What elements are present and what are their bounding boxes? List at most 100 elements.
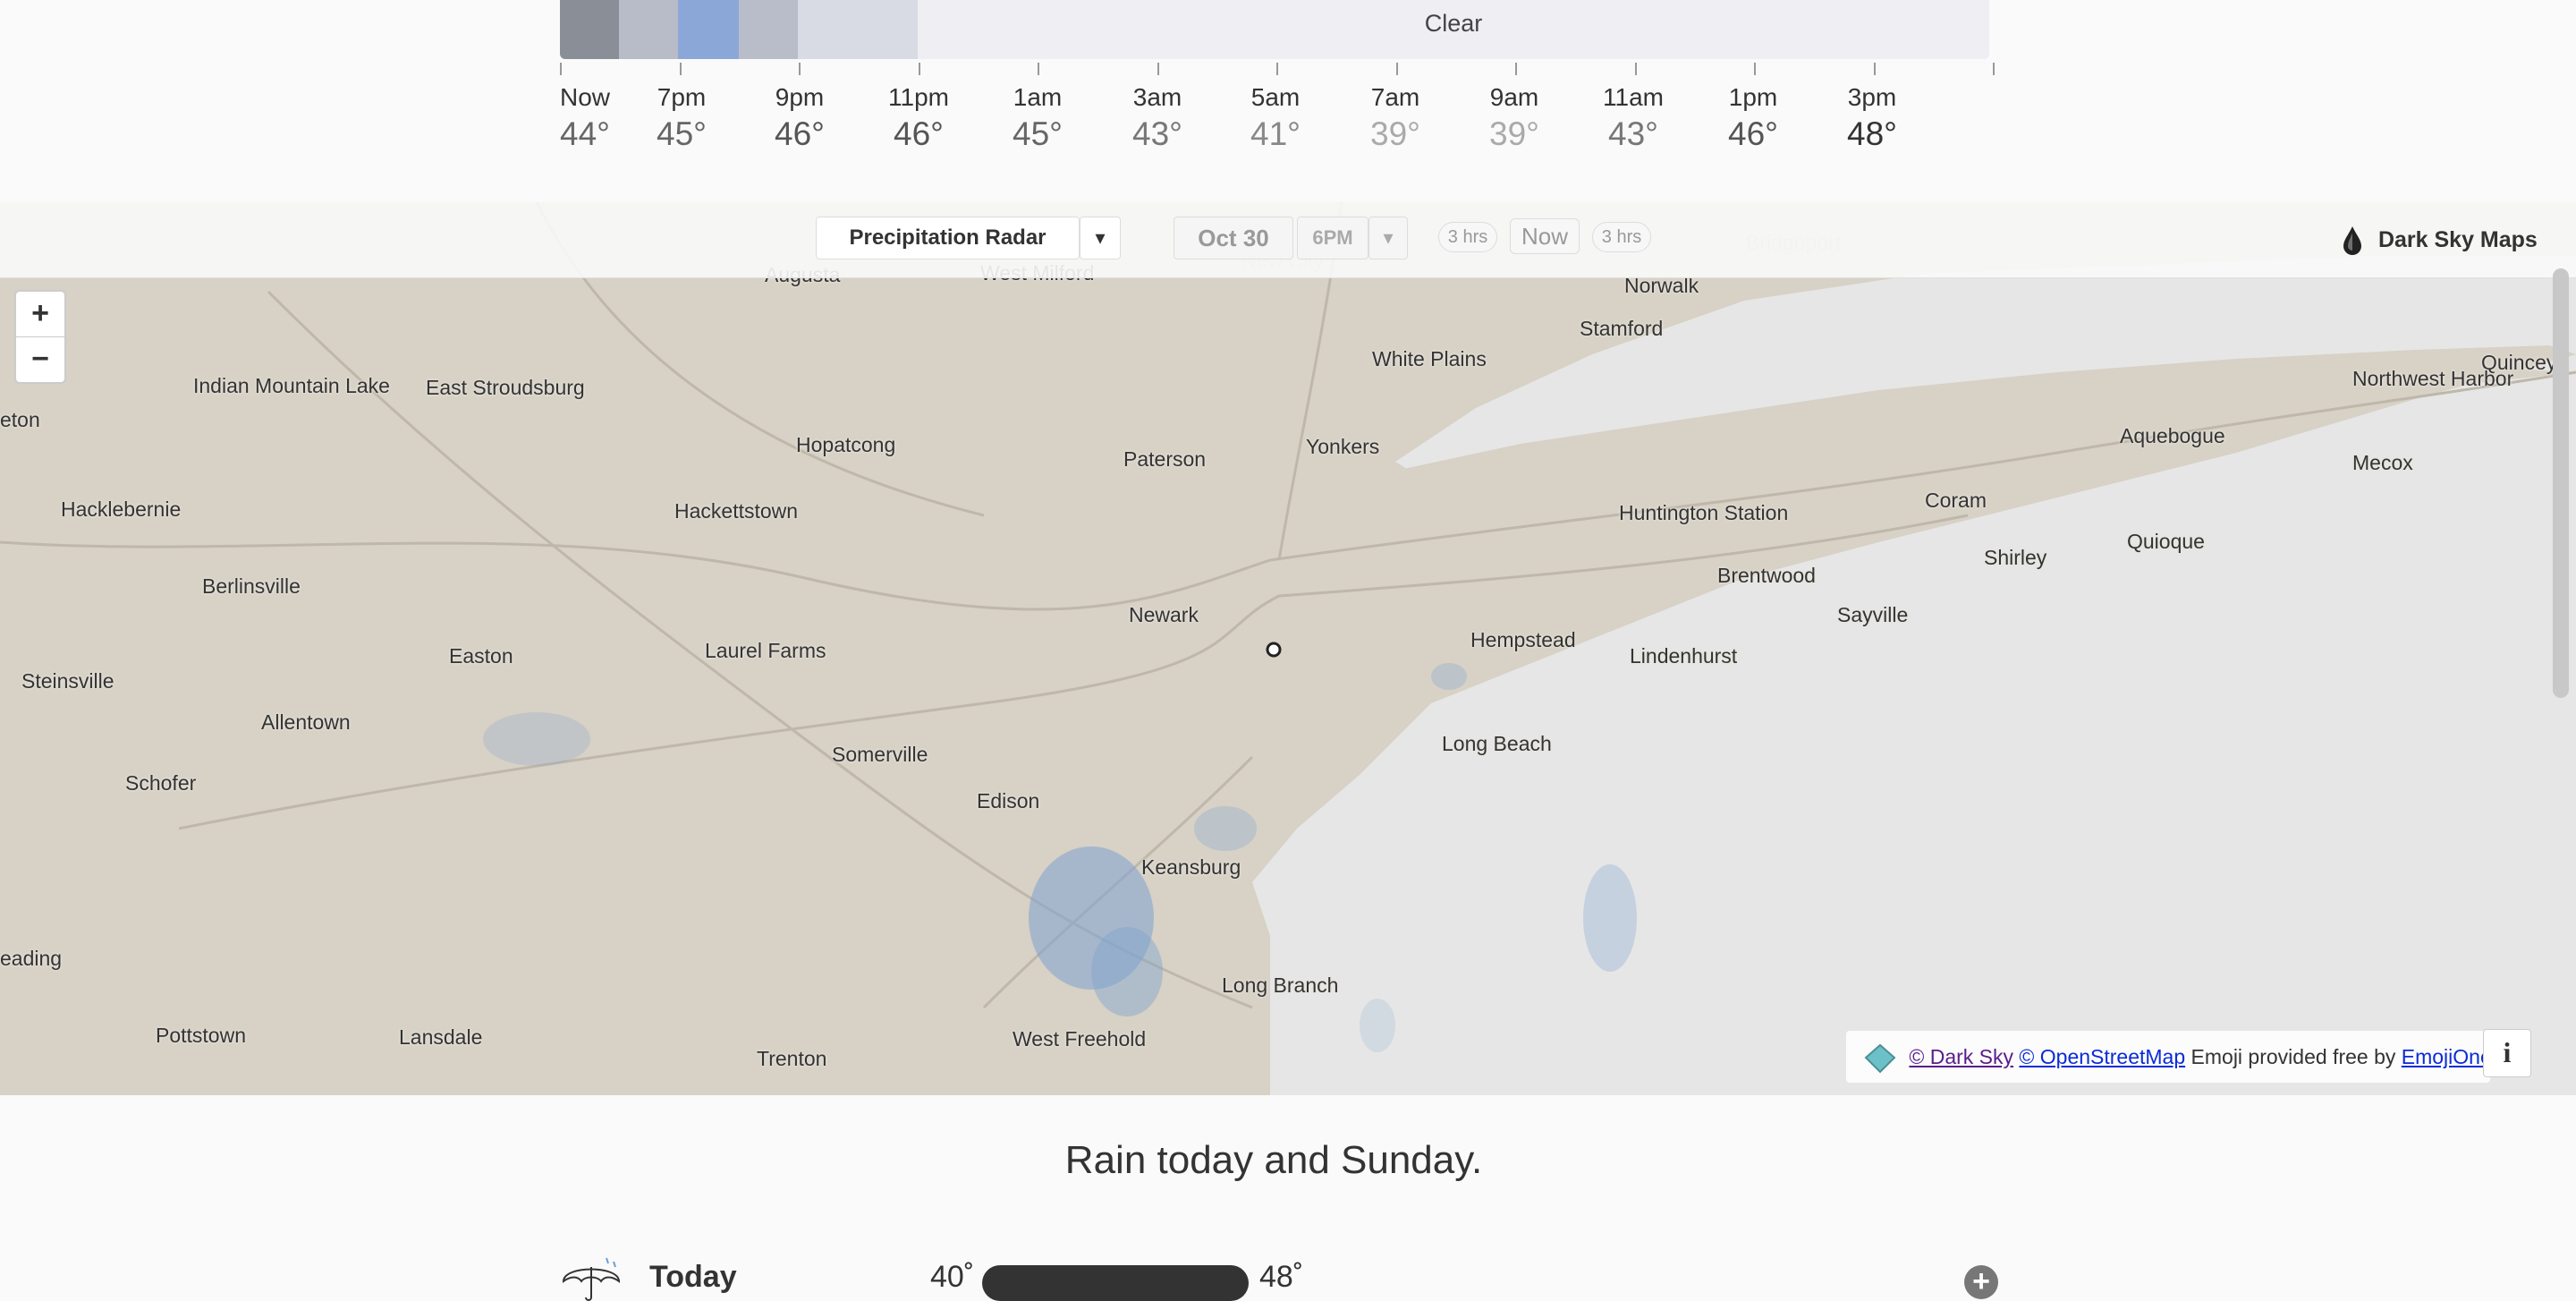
condition-segment (798, 0, 859, 59)
map-attribution: © Dark Sky © OpenStreetMap Emoji provide… (1846, 1031, 2492, 1083)
condition-label: Clear (1424, 10, 1483, 37)
hour-item: 1pm 46° (1690, 81, 1816, 154)
hour-time: 9pm (775, 83, 825, 111)
place-label: Hacklebernie (61, 497, 182, 521)
hour-temp: 39° (1370, 115, 1420, 152)
dark-sky-maps-link[interactable]: Dark Sky Maps (2342, 222, 2538, 258)
hour-item: 7am 39° (1333, 81, 1458, 154)
place-label: West Freehold (1013, 1027, 1147, 1050)
place-label: Indian Mountain Lake (193, 374, 390, 397)
timeline-tick (1873, 63, 1876, 75)
time-select[interactable]: 6PM (1297, 217, 1368, 259)
emojione-link[interactable]: EmojiOne (2402, 1045, 2492, 1068)
layer-dropdown-arrow[interactable]: ▾ (1080, 217, 1121, 259)
condition-segment (739, 0, 798, 59)
layer-select[interactable]: Precipitation Radar (816, 217, 1080, 259)
hour-temp: 45° (1013, 115, 1063, 152)
hour-item: 11am 43° (1571, 81, 1696, 154)
place-label: Long Beach (1442, 732, 1552, 755)
date-select[interactable]: Oct 30 (1174, 217, 1293, 259)
place-label: Lansdale (399, 1025, 483, 1049)
place-label: White Plains (1372, 347, 1487, 370)
condition-bar: Clear (560, 0, 1989, 59)
now-button[interactable]: Now (1510, 218, 1580, 254)
temperature-range-bar (982, 1265, 1249, 1301)
timeline-tick (918, 63, 920, 75)
place-label: Steinsville (21, 669, 114, 693)
location-marker (1266, 642, 1282, 658)
hour-temp: 46° (894, 115, 944, 152)
place-label: Shirley (1984, 546, 2047, 569)
map-info-button[interactable]: i (2483, 1029, 2531, 1077)
hour-temp: 39° (1489, 115, 1539, 152)
hour-item: 11pm 46° (856, 81, 981, 154)
timeline-tick (1515, 63, 1517, 75)
forecast-summary: Rain today and Sunday. (1064, 1138, 1483, 1182)
timeline-tick (1634, 63, 1637, 75)
place-label: Lindenhurst (1630, 644, 1738, 668)
day-name: Today (649, 1260, 737, 1294)
map-background (0, 202, 2576, 1095)
precipitation-map[interactable]: AugustaWest MilfordNew CityBridgeportNor… (0, 202, 2576, 1095)
dark-sky-logo-icon (1864, 1043, 1896, 1074)
place-label: Trenton (757, 1047, 827, 1070)
step-forward-button[interactable]: 3 hrs (1592, 222, 1651, 252)
place-label: Hackettstown (674, 499, 799, 523)
zoom-control: + − (14, 290, 66, 384)
scrollbar-thumb[interactable] (2553, 268, 2569, 698)
map-toolbar: Precipitation Radar ▾ Oct 30 6PM ▾ 3 hrs… (0, 202, 2576, 278)
hour-temp: 43° (1132, 115, 1182, 152)
zoom-out-button[interactable]: − (16, 337, 64, 382)
place-label: Paterson (1123, 447, 1207, 471)
hour-temp: 43° (1608, 115, 1658, 152)
place-label: Laurel Farms (705, 639, 826, 662)
hour-time: 3am (1132, 83, 1182, 111)
place-label: Newark (1129, 603, 1199, 626)
hour-time: 7pm (657, 83, 707, 111)
dark-sky-attribution-link[interactable]: © Dark Sky (1909, 1045, 2013, 1068)
expand-day-button[interactable]: + (1964, 1265, 1998, 1299)
timeline-tick (1276, 63, 1278, 75)
hour-time: 11pm (888, 83, 949, 111)
hour-item: 9pm 46° (737, 81, 862, 154)
hour-temp: 46° (1728, 115, 1778, 152)
place-label: Keansburg (1141, 855, 1241, 879)
place-label: Easton (449, 644, 513, 668)
raindrop-icon (2343, 226, 2361, 256)
openstreetmap-attribution-link[interactable]: © OpenStreetMap (2019, 1045, 2185, 1068)
timeline-tick (1993, 63, 1995, 75)
condition-segment (678, 0, 739, 59)
place-label: Allentown (261, 710, 351, 734)
hour-time: 7am (1370, 83, 1420, 111)
step-back-button[interactable]: 3 hrs (1438, 222, 1497, 252)
zoom-in-button[interactable]: + (16, 292, 64, 337)
time-dropdown-arrow[interactable]: ▾ (1368, 217, 1408, 259)
place-label: Northwest Harbor (2352, 367, 2514, 390)
hour-time: 11am (1603, 83, 1664, 111)
place-label: eton (0, 408, 40, 431)
hour-time: 1pm (1728, 83, 1778, 111)
place-label: Aquebogue (2120, 424, 2225, 447)
hour-item: 7pm 45° (619, 81, 744, 154)
day-low-temp: 40˚ (930, 1260, 975, 1294)
brand-label: Dark Sky Maps (2377, 227, 2538, 252)
condition-segment (619, 0, 678, 59)
hour-item: 5am 41° (1213, 81, 1338, 154)
place-label: Berlinsville (202, 574, 301, 598)
rain-umbrella-icon (562, 1257, 621, 1301)
place-label: Long Branch (1222, 974, 1339, 997)
place-label: Yonkers (1306, 435, 1380, 458)
place-label: Hopatcong (796, 433, 896, 456)
hour-temp: 45° (657, 115, 707, 152)
place-label: eading (0, 947, 63, 970)
timeline-tick (560, 63, 562, 75)
place-label: Schofer (125, 771, 197, 795)
day-forecast-row[interactable]: Today 40˚ 48˚ + (560, 1253, 1998, 1301)
timeline-tick (1395, 63, 1398, 75)
place-label: Stamford (1580, 317, 1664, 340)
timeline-tick (1038, 63, 1039, 75)
hour-time: 9am (1489, 83, 1539, 111)
condition-segment (560, 0, 619, 59)
hour-temp: 41° (1250, 115, 1301, 152)
timeline-tick (1754, 63, 1756, 75)
